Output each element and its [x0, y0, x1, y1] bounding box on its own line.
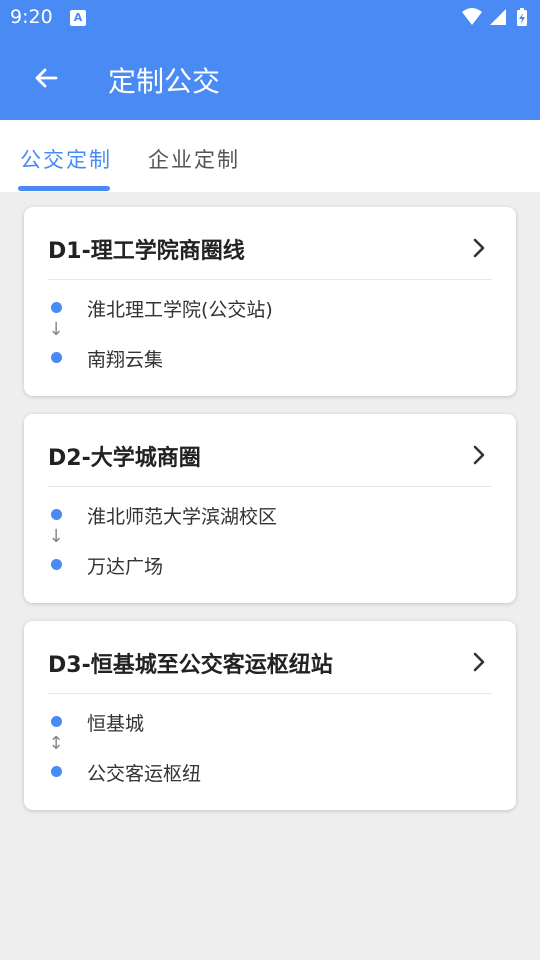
route-card[interactable]: D2-大学城商圈 ↓ 淮北师范大学滨湖校区 万达广场 — [24, 414, 516, 603]
route-destination: 公交客运枢纽 — [87, 763, 202, 785]
tab-bar: 公交定制 企业定制 — [0, 120, 540, 192]
destination-dot — [51, 352, 62, 363]
direction-arrow-icon: ↓ — [48, 526, 64, 547]
route-name: D2-大学城商圈 — [48, 446, 201, 471]
origin-dot — [51, 509, 62, 520]
divider — [48, 693, 492, 694]
page-title: 定制公交 — [108, 65, 221, 98]
divider — [48, 486, 492, 487]
tab-bus-custom[interactable]: 公交定制 — [20, 144, 112, 174]
route-name: D3-恒基城至公交客运枢纽站 — [48, 653, 333, 678]
chevron-right-icon — [473, 445, 485, 465]
status-time: 9:20 — [10, 6, 53, 28]
route-destination: 南翔云集 — [87, 349, 164, 371]
wifi-icon — [462, 8, 482, 25]
route-origin: 淮北理工学院(公交站) — [87, 299, 273, 321]
chevron-right-icon — [473, 238, 485, 258]
route-name: D1-理工学院商圈线 — [48, 239, 245, 264]
route-destination: 万达广场 — [87, 556, 164, 578]
route-origin: 淮北师范大学滨湖校区 — [87, 506, 278, 528]
tab-enterprise-custom[interactable]: 企业定制 — [148, 144, 240, 174]
direction-arrow-icon: ↕ — [48, 733, 64, 754]
route-card[interactable]: D1-理工学院商圈线 ↓ 淮北理工学院(公交站) 南翔云集 — [24, 207, 516, 396]
app-bar: 定制公交 — [0, 36, 540, 120]
destination-dot — [51, 559, 62, 570]
status-icons — [460, 7, 530, 33]
route-origin: 恒基城 — [87, 713, 145, 735]
chevron-right-icon — [473, 652, 485, 672]
back-button[interactable] — [22, 54, 70, 102]
arrow-left-icon — [35, 68, 58, 88]
destination-dot — [51, 766, 62, 777]
route-card[interactable]: D3-恒基城至公交客运枢纽站 ↕ 恒基城 公交客运枢纽 — [24, 621, 516, 810]
notification-a-icon: A — [70, 10, 86, 26]
divider — [48, 279, 492, 280]
origin-dot — [51, 302, 62, 313]
signal-icon — [490, 9, 506, 25]
origin-dot — [51, 716, 62, 727]
status-bar: 9:20 A — [0, 0, 540, 36]
battery-icon — [517, 8, 527, 26]
direction-arrow-icon: ↓ — [48, 319, 64, 340]
tab-indicator — [18, 186, 110, 191]
